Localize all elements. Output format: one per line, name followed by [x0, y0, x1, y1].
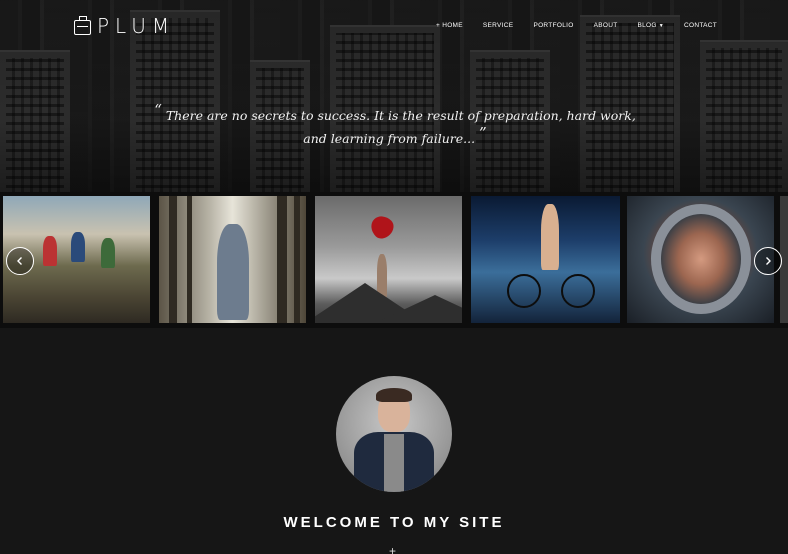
- cyclist-figure: [541, 204, 559, 270]
- tree-trunk: [187, 196, 192, 323]
- chevron-left-icon: [17, 257, 22, 265]
- brand-name: PLUM: [97, 14, 176, 38]
- briefcase-icon: [74, 16, 91, 35]
- rider-shape: [101, 238, 115, 268]
- avatar-shirt: [384, 434, 404, 492]
- gallery-image-astronaut[interactable]: [627, 196, 774, 323]
- rider-shape: [43, 236, 57, 266]
- astronaut-helmet: [651, 204, 751, 314]
- carousel-prev-button[interactable]: [6, 247, 34, 275]
- hero-section: PLUM + HOME SERVICE PORTFOLIO ABOUT BLOG…: [0, 0, 788, 200]
- nav-item-contact[interactable]: CONTACT: [684, 22, 717, 29]
- bike-wheel: [561, 274, 595, 308]
- main-nav: + HOME SERVICE PORTFOLIO ABOUT BLOG ▼ CON…: [436, 22, 737, 29]
- chevron-right-icon: [766, 257, 771, 265]
- nav-item-portfolio[interactable]: PORTFOLIO: [533, 22, 573, 29]
- red-balloon: [366, 211, 398, 243]
- avatar: [336, 376, 452, 492]
- boy-figure: [217, 224, 249, 320]
- site-logo[interactable]: PLUM: [74, 14, 175, 38]
- image-carousel: [0, 192, 788, 328]
- mountain-shape: [375, 295, 462, 323]
- welcome-heading: WELCOME TO MY SITE: [283, 514, 505, 531]
- avatar-hair: [376, 388, 412, 402]
- nav-item-home[interactable]: + HOME: [436, 22, 463, 29]
- close-quote-mark: ”: [479, 124, 487, 142]
- hero-quote: “ There are no secrets to success. It is…: [150, 101, 640, 150]
- open-quote-mark: “: [154, 101, 162, 119]
- carousel-next-button[interactable]: [754, 247, 782, 275]
- gallery-image-boy-in-forest[interactable]: [159, 196, 306, 323]
- caret-down-icon: ▼: [658, 23, 665, 29]
- gallery-image-girl-with-balloon[interactable]: [315, 196, 462, 323]
- nav-item-service[interactable]: SERVICE: [483, 22, 514, 29]
- tree-trunk: [169, 196, 177, 323]
- rider-shape: [71, 232, 85, 262]
- nav-item-blog[interactable]: BLOG ▼: [638, 22, 665, 29]
- tree-trunk: [294, 196, 300, 323]
- about-section: WELCOME TO MY SITE +: [0, 328, 788, 554]
- nav-item-about[interactable]: ABOUT: [594, 22, 618, 29]
- quote-text: There are no secrets to success. It is t…: [165, 108, 636, 146]
- plus-divider-icon: +: [389, 544, 397, 554]
- tree-trunk: [277, 196, 287, 323]
- bike-wheel: [507, 274, 541, 308]
- gallery-image-cyclist-at-night[interactable]: [471, 196, 620, 323]
